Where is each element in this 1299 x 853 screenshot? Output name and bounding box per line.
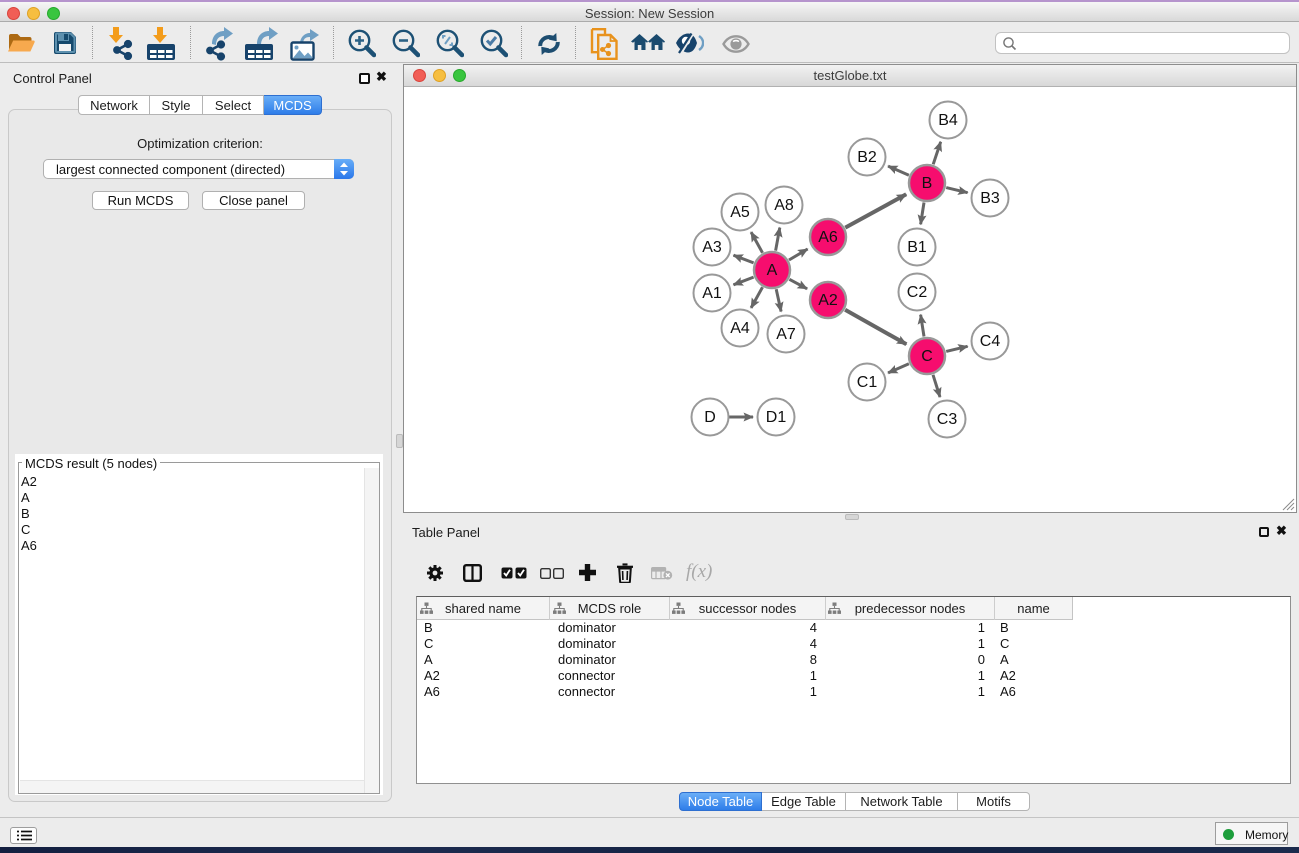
svg-text:C4: C4 xyxy=(980,333,1001,350)
svg-text:A7: A7 xyxy=(776,326,796,343)
svg-text:C1: C1 xyxy=(857,374,878,391)
svg-text:C: C xyxy=(921,348,933,365)
svg-text:D: D xyxy=(704,409,716,426)
svg-text:A8: A8 xyxy=(774,197,794,214)
svg-text:B2: B2 xyxy=(857,149,877,166)
svg-text:A1: A1 xyxy=(702,285,722,302)
svg-text:A4: A4 xyxy=(730,320,750,337)
svg-text:B4: B4 xyxy=(938,112,958,129)
svg-text:B: B xyxy=(922,175,933,192)
svg-text:A3: A3 xyxy=(702,239,722,256)
svg-text:A6: A6 xyxy=(818,229,838,246)
svg-text:C3: C3 xyxy=(937,411,958,428)
svg-text:A: A xyxy=(767,262,778,279)
svg-text:B3: B3 xyxy=(980,190,1000,207)
svg-text:D1: D1 xyxy=(766,409,787,426)
svg-text:B1: B1 xyxy=(907,239,927,256)
svg-text:C2: C2 xyxy=(907,284,928,301)
svg-text:A5: A5 xyxy=(730,204,750,221)
svg-text:A2: A2 xyxy=(818,292,838,309)
